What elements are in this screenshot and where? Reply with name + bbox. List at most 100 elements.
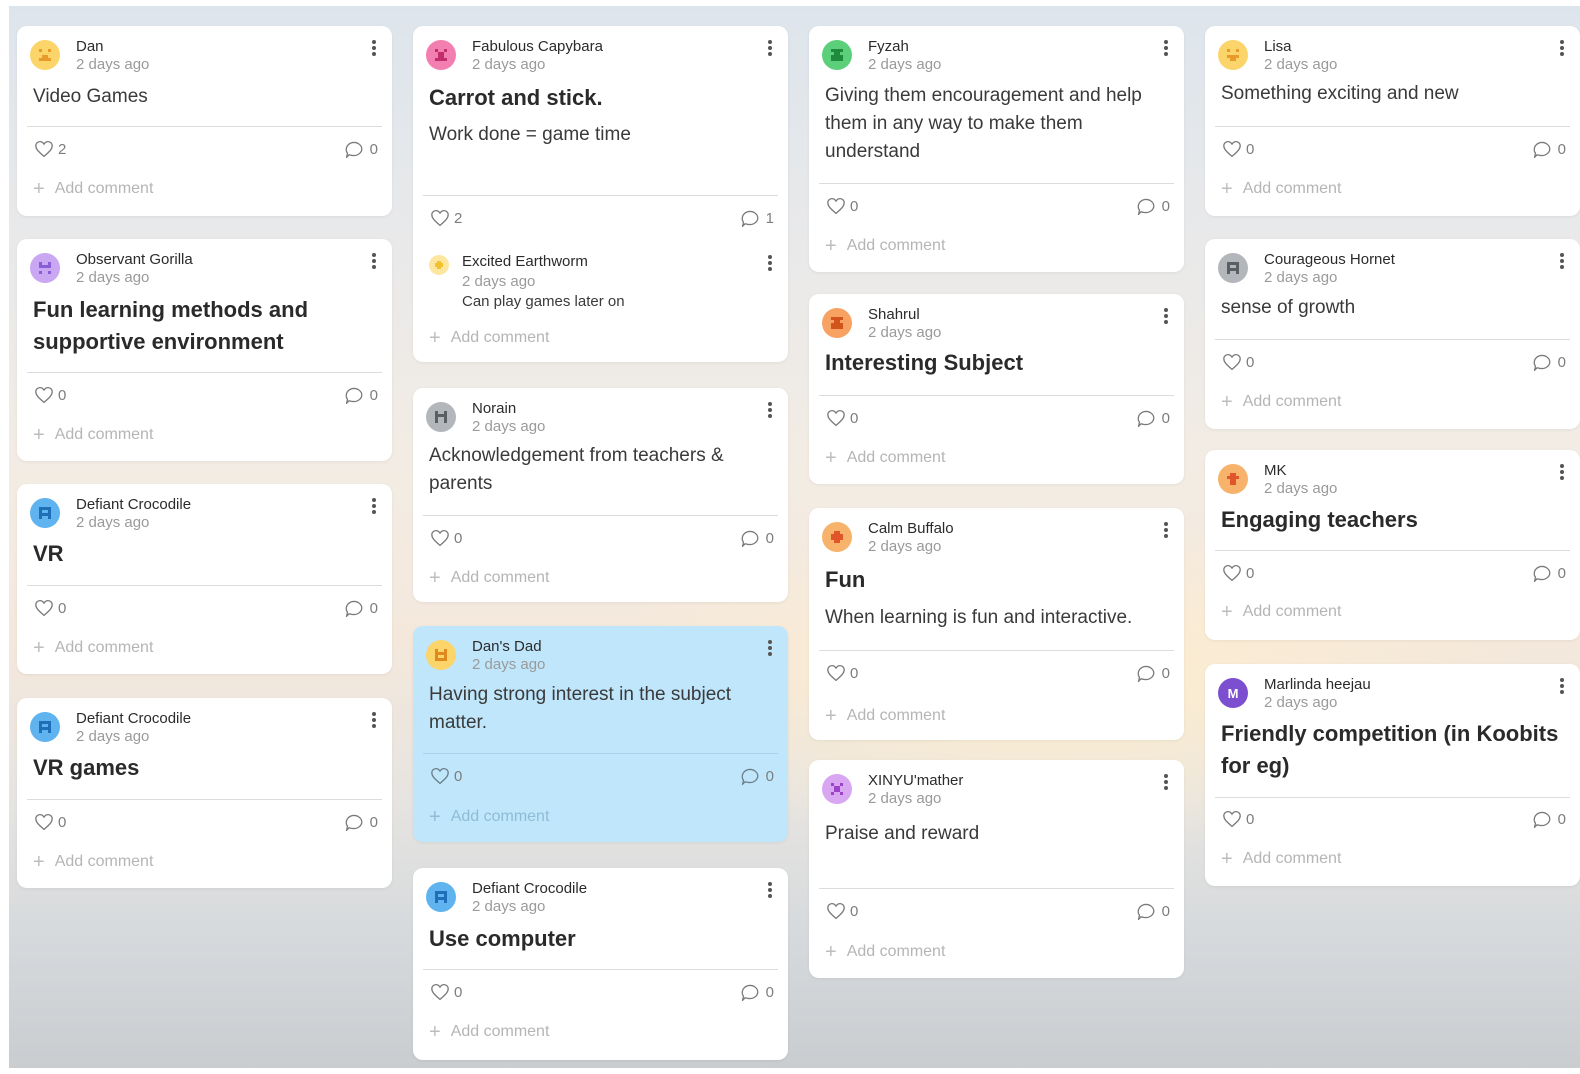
post-card[interactable]: M Marlinda heejau 2 days ago Friendly co… — [1205, 664, 1580, 886]
post-card[interactable]: Fyzah 2 days ago Giving them encourageme… — [809, 26, 1184, 272]
add-comment-button[interactable]: + Add comment — [825, 706, 945, 726]
like-button[interactable]: 0 — [34, 386, 66, 404]
more-options-icon[interactable] — [764, 880, 776, 900]
avatar — [426, 40, 456, 70]
post-actions: 0 0 — [430, 529, 774, 551]
plus-icon: + — [33, 637, 45, 659]
add-comment-button[interactable]: + Add comment — [825, 942, 945, 962]
post-card[interactable]: Norain 2 days ago Acknowledgement from t… — [413, 388, 788, 602]
comment-button[interactable]: 0 — [344, 599, 378, 617]
more-options-icon[interactable] — [368, 38, 380, 58]
post-actions: 0 0 — [1222, 810, 1566, 832]
comment-button[interactable]: 0 — [344, 140, 378, 158]
more-options-icon[interactable] — [1160, 306, 1172, 326]
comment-button[interactable]: 0 — [1136, 197, 1170, 215]
post-card[interactable]: Defiant Crocodile 2 days ago VR 0 0 + Ad… — [17, 484, 392, 674]
post-card[interactable]: MK 2 days ago Engaging teachers 0 0 + Ad… — [1205, 450, 1580, 640]
post-author: MK — [1264, 462, 1287, 479]
like-button[interactable]: 0 — [826, 902, 858, 920]
add-comment-button[interactable]: + Add comment — [1221, 602, 1341, 622]
more-options-icon[interactable] — [764, 638, 776, 658]
post-card[interactable]: Shahrul 2 days ago Interesting Subject 0… — [809, 294, 1184, 484]
more-options-icon[interactable] — [764, 38, 776, 58]
comment-button[interactable]: 0 — [1532, 353, 1566, 371]
add-comment-button[interactable]: + Add comment — [429, 807, 549, 827]
like-button[interactable]: 0 — [1222, 564, 1254, 582]
more-options-icon[interactable] — [1556, 38, 1568, 58]
comment-button[interactable]: 0 — [344, 386, 378, 404]
add-comment-button[interactable]: + Add comment — [429, 568, 549, 588]
add-comment-button[interactable]: + Add comment — [33, 425, 153, 445]
like-button[interactable]: 0 — [826, 664, 858, 682]
more-options-icon[interactable] — [1556, 676, 1568, 696]
like-button[interactable]: 0 — [1222, 353, 1254, 371]
post-card[interactable]: Defiant Crocodile 2 days ago VR games 0 … — [17, 698, 392, 888]
post-time: 2 days ago — [868, 56, 942, 73]
like-button[interactable]: 0 — [34, 599, 66, 617]
post-card[interactable]: Fabulous Capybara 2 days ago Carrot and … — [413, 26, 788, 362]
like-button[interactable]: 0 — [430, 983, 462, 1001]
comment-button[interactable]: 0 — [1136, 664, 1170, 682]
post-card[interactable]: Defiant Crocodile 2 days ago Use compute… — [413, 868, 788, 1060]
add-comment-button[interactable]: + Add comment — [33, 852, 153, 872]
more-options-icon[interactable] — [764, 253, 776, 273]
comment-button[interactable]: 0 — [1532, 564, 1566, 582]
like-button[interactable]: 0 — [34, 813, 66, 831]
add-comment-label: Add comment — [54, 426, 154, 443]
comment-button[interactable]: 0 — [740, 767, 774, 785]
like-button[interactable]: 0 — [826, 197, 858, 215]
add-comment-button[interactable]: + Add comment — [429, 328, 549, 348]
post-card[interactable]: Courageous Hornet 2 days ago sense of gr… — [1205, 239, 1580, 429]
avatar — [30, 498, 60, 528]
comment-button[interactable]: 0 — [1532, 140, 1566, 158]
comment-icon — [1533, 354, 1551, 371]
more-options-icon[interactable] — [368, 496, 380, 516]
more-options-icon[interactable] — [1160, 38, 1172, 58]
post-card[interactable]: Dan 2 days ago Video Games 2 0 + Add com… — [17, 26, 392, 216]
post-actions: 2 0 — [34, 140, 378, 162]
post-card[interactable]: Calm Buffalo 2 days ago Fun When learnin… — [809, 508, 1184, 740]
more-options-icon[interactable] — [368, 710, 380, 730]
add-comment-label: Add comment — [450, 808, 550, 825]
post-card-highlighted[interactable]: Dan's Dad 2 days ago Having strong inter… — [413, 626, 788, 842]
add-comment-button[interactable]: + Add comment — [1221, 392, 1341, 412]
like-button[interactable]: 2 — [430, 209, 462, 227]
comment-count: 0 — [369, 386, 378, 404]
avatar — [822, 774, 852, 804]
post-card[interactable]: Observant Gorilla 2 days ago Fun learnin… — [17, 239, 392, 461]
more-options-icon[interactable] — [1160, 520, 1172, 540]
post-actions: 0 0 — [826, 902, 1170, 924]
add-comment-button[interactable]: + Add comment — [33, 179, 153, 199]
like-button[interactable]: 0 — [430, 529, 462, 547]
like-button[interactable]: 0 — [430, 767, 462, 785]
comment-button[interactable]: 0 — [344, 813, 378, 831]
comment-button[interactable]: 0 — [740, 529, 774, 547]
add-comment-button[interactable]: + Add comment — [1221, 179, 1341, 199]
comment-button[interactable]: 0 — [1136, 409, 1170, 427]
more-options-icon[interactable] — [764, 400, 776, 420]
post-card[interactable]: Lisa 2 days ago Something exciting and n… — [1205, 26, 1580, 216]
like-button[interactable]: 0 — [826, 409, 858, 427]
comment-button[interactable]: 1 — [740, 209, 774, 227]
add-comment-button[interactable]: + Add comment — [825, 448, 945, 468]
comment-button[interactable]: 0 — [1532, 810, 1566, 828]
post-card[interactable]: XINYU'mather 2 days ago Praise and rewar… — [809, 760, 1184, 978]
more-options-icon[interactable] — [1556, 251, 1568, 271]
like-button[interactable]: 0 — [1222, 810, 1254, 828]
add-comment-button[interactable]: + Add comment — [1221, 849, 1341, 869]
comment-button[interactable]: 0 — [1136, 902, 1170, 920]
more-options-icon[interactable] — [368, 251, 380, 271]
divider — [1215, 797, 1570, 798]
post-header: XINYU'mather 2 days ago — [822, 770, 1172, 807]
like-button[interactable]: 2 — [34, 140, 66, 158]
comment-button[interactable]: 0 — [740, 983, 774, 1001]
add-comment-button[interactable]: + Add comment — [429, 1022, 549, 1042]
post-title: Friendly competition (in Koobits for eg) — [1221, 721, 1559, 778]
more-options-icon[interactable] — [1556, 462, 1568, 482]
more-options-icon[interactable] — [1160, 772, 1172, 792]
comment-icon — [345, 141, 363, 158]
like-button[interactable]: 0 — [1222, 140, 1254, 158]
add-comment-button[interactable]: + Add comment — [33, 638, 153, 658]
add-comment-button[interactable]: + Add comment — [825, 236, 945, 256]
avatar — [426, 402, 456, 432]
